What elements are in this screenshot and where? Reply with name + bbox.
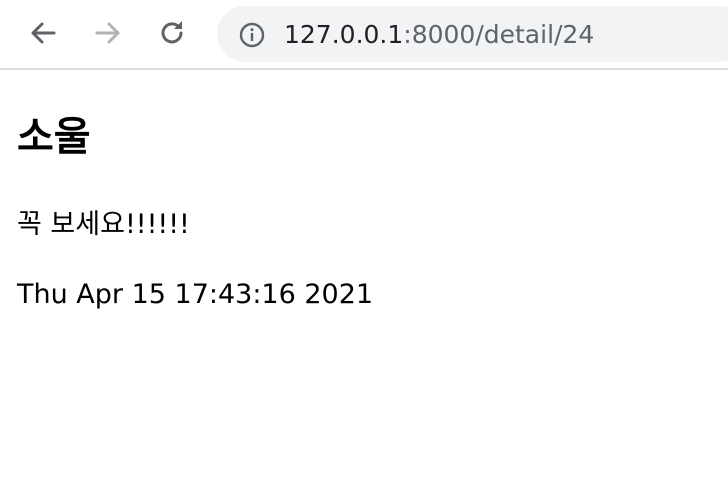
post-message: 꼭 보세요!!!!!! [17,209,190,240]
reload-icon [161,21,183,44]
arrow-left-icon [31,22,56,44]
address-bar[interactable]: 127.0.0.1:8000/detail/24 [217,6,728,62]
browser-toolbar: 127.0.0.1:8000/detail/24 [0,0,728,70]
reload-button[interactable] [154,15,190,51]
back-button[interactable] [25,15,61,51]
post-timestamp: Thu Apr 15 17:43:16 2021 [17,279,374,310]
url-path: :8000/detail/24 [403,20,595,49]
url-host: 127.0.0.1 [284,20,404,49]
info-icon[interactable] [238,21,266,49]
forward-button[interactable] [90,15,126,51]
url-text[interactable]: 127.0.0.1:8000/detail/24 [284,20,594,50]
page-title: 소울 [17,114,91,160]
arrow-right-icon [95,22,120,44]
